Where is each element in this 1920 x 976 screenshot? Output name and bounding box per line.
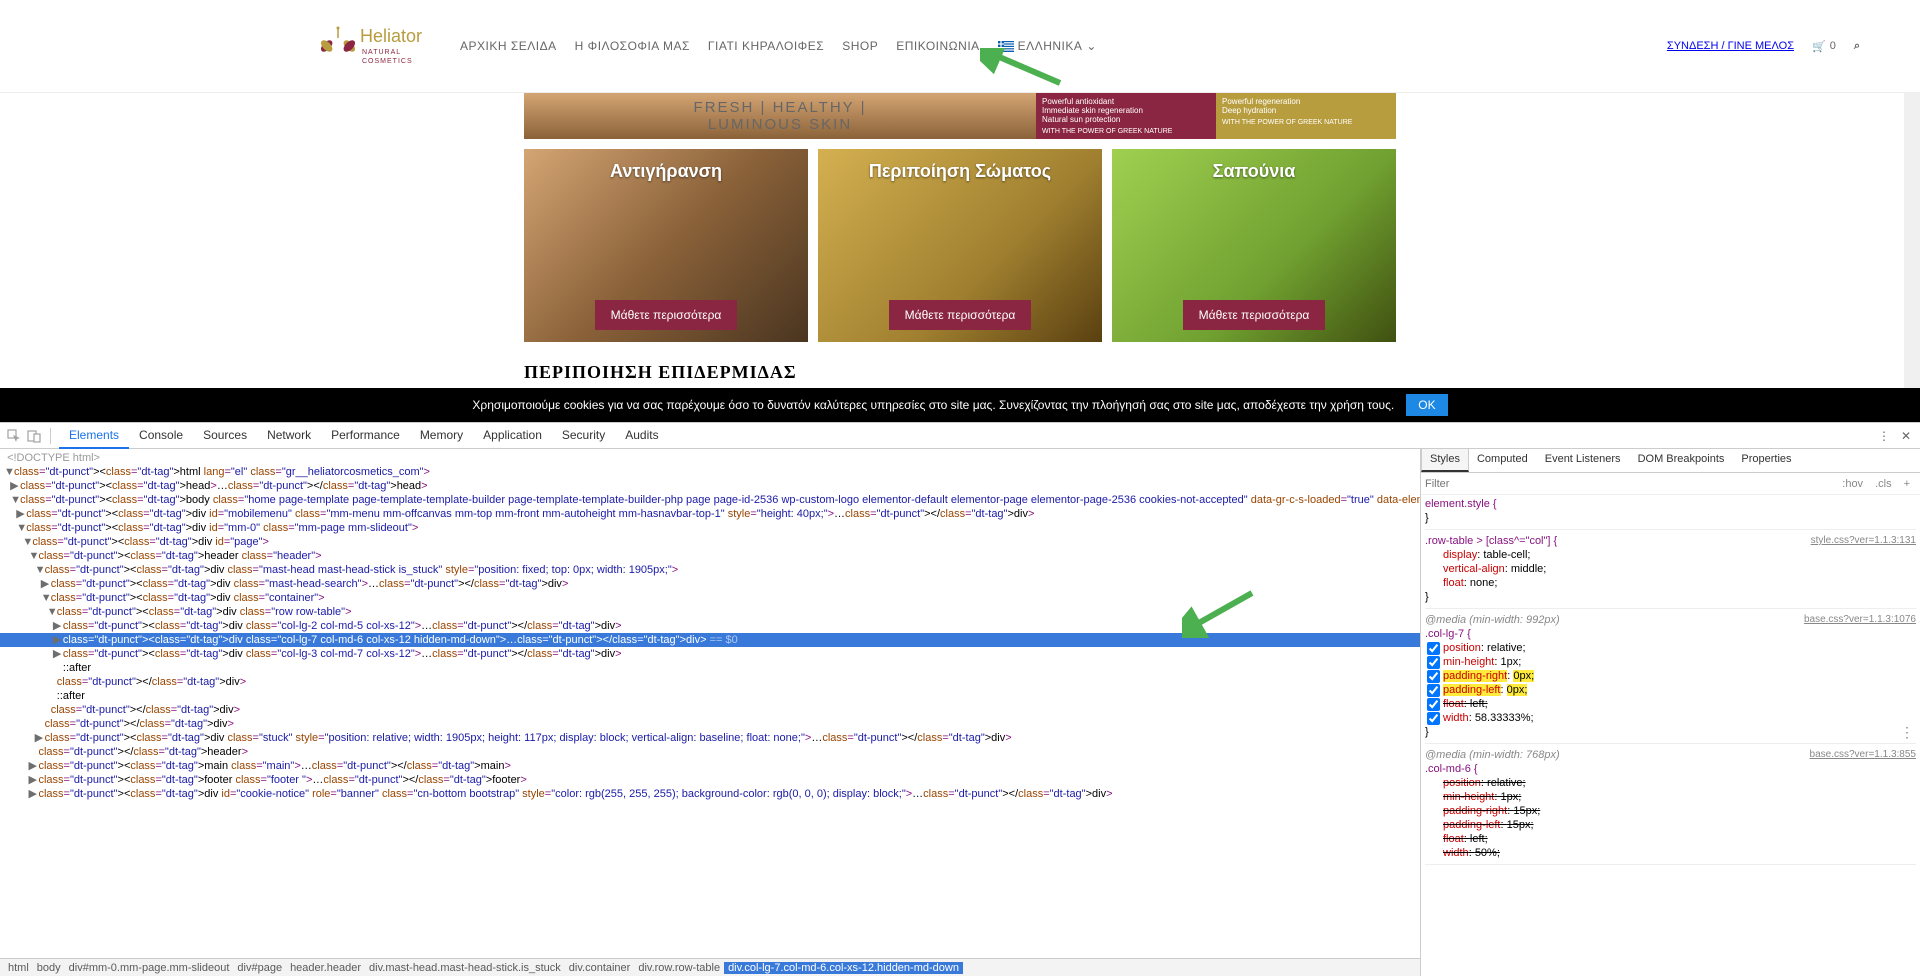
- cls-toggle[interactable]: .cls: [1869, 478, 1898, 490]
- annotation-arrow-styles: [1182, 588, 1262, 638]
- nav-contact[interactable]: ΕΠΙΚΟΙΝΩΝΙΑ: [896, 39, 979, 53]
- card-title: Σαπούνια: [1124, 161, 1384, 182]
- styles-pane: Styles Computed Event Listeners DOM Brea…: [1420, 449, 1920, 976]
- cookie-accept-button[interactable]: OK: [1406, 394, 1447, 416]
- card-antiaging[interactable]: Αντιγήρανση Μάθετε περισσότερα: [524, 149, 808, 342]
- styles-filter-input[interactable]: [1425, 478, 1836, 490]
- close-icon[interactable]: ✕: [1898, 428, 1914, 444]
- logo-line1: NATURAL: [362, 49, 401, 56]
- hero-mid-panel: Powerful antioxidant Immediate skin rege…: [1036, 93, 1216, 139]
- inspect-icon[interactable]: [6, 428, 22, 444]
- hero-mid1: Powerful antioxidant: [1042, 97, 1210, 106]
- styles-tab-listeners[interactable]: Event Listeners: [1537, 449, 1630, 472]
- website-viewport: Heliator NATURAL COSMETICS ΑΡΧΙΚΗ ΣΕΛΙΔΑ…: [0, 0, 1920, 422]
- tab-console[interactable]: Console: [129, 423, 193, 449]
- cart-button[interactable]: 🛒 0: [1812, 40, 1836, 53]
- hero-right2: Deep hydration: [1222, 106, 1390, 115]
- cookie-notice: Χρησιμοποιούμε cookies για να σας παρέχο…: [0, 388, 1920, 422]
- section-title: ΠΕΡΙΠΟΙΗΣΗ ΕΠΙΔΕΡΜΙΔΑΣ: [524, 362, 1396, 383]
- chevron-down-icon: ⌄: [1086, 39, 1097, 53]
- hero-mid3: Natural sun protection: [1042, 115, 1210, 124]
- card-title: Αντιγήρανση: [536, 161, 796, 182]
- logo-line2: COSMETICS: [362, 58, 413, 65]
- hero-main: FRESH | HEALTHY | LUMINOUS SKIN: [524, 93, 1036, 139]
- annotation-arrow-top: [980, 48, 1070, 88]
- breadcrumb-item[interactable]: header.header: [286, 962, 365, 974]
- add-rule-icon[interactable]: +: [1898, 478, 1916, 490]
- card-title: Περιποίηση Σώματος: [830, 161, 1090, 182]
- styles-tab-breakpoints[interactable]: DOM Breakpoints: [1630, 449, 1734, 472]
- breadcrumb-item[interactable]: html: [4, 962, 33, 974]
- css-decl-checkbox[interactable]: [1427, 656, 1440, 669]
- breadcrumb-item[interactable]: div#page: [233, 962, 286, 974]
- site-header: Heliator NATURAL COSMETICS ΑΡΧΙΚΗ ΣΕΛΙΔΑ…: [0, 0, 1920, 93]
- breadcrumb-item[interactable]: div.mast-head.mast-head-stick.is_stuck: [365, 962, 565, 974]
- nav-philosophy[interactable]: Η ΦΙΛΟΣΟΦΙΑ ΜΑΣ: [575, 39, 690, 53]
- kebab-icon[interactable]: ⋮: [1876, 428, 1892, 444]
- nav-shop[interactable]: SHOP: [842, 39, 878, 53]
- login-link[interactable]: ΣΥΝΔΕΣΗ / ΓΙΝΕ ΜΕΛΟΣ: [1667, 40, 1794, 52]
- tab-sources[interactable]: Sources: [193, 423, 257, 449]
- hero-banner: FRESH | HEALTHY | LUMINOUS SKIN Powerful…: [524, 93, 1396, 139]
- learn-more-button[interactable]: Μάθετε περισσότερα: [595, 300, 738, 330]
- css-decl-checkbox[interactable]: [1427, 712, 1440, 725]
- hero-mid-bottom: WITH THE POWER OF GREEK NATURE: [1042, 128, 1210, 135]
- styles-tab-styles[interactable]: Styles: [1421, 449, 1469, 472]
- tab-network[interactable]: Network: [257, 423, 321, 449]
- elements-breadcrumb[interactable]: htmlbodydiv#mm-0.mm-page.mm-slideoutdiv#…: [0, 958, 1420, 976]
- tab-security[interactable]: Security: [552, 423, 615, 449]
- styles-tab-properties[interactable]: Properties: [1733, 449, 1800, 472]
- hero-right1: Powerful regeneration: [1222, 97, 1390, 106]
- nav-home[interactable]: ΑΡΧΙΚΗ ΣΕΛΙΔΑ: [460, 39, 557, 53]
- breadcrumb-item[interactable]: div.container: [565, 962, 635, 974]
- card-bodycare[interactable]: Περιποίηση Σώματος Μάθετε περισσότερα: [818, 149, 1102, 342]
- tab-memory[interactable]: Memory: [410, 423, 473, 449]
- css-decl-checkbox[interactable]: [1427, 684, 1440, 697]
- hero-line1: FRESH | HEALTHY |: [694, 99, 867, 116]
- breadcrumb-item[interactable]: div.col-lg-7.col-md-6.col-xs-12.hidden-m…: [724, 962, 963, 974]
- hero-line2: LUMINOUS SKIN: [708, 116, 852, 133]
- breadcrumb-item[interactable]: div#mm-0.mm-page.mm-slideout: [65, 962, 234, 974]
- nav-why[interactable]: ΓΙΑΤΙ ΚΗΡΑΛΟΙΦΕΣ: [708, 39, 824, 53]
- logo[interactable]: Heliator NATURAL COSMETICS: [320, 16, 440, 76]
- tab-elements[interactable]: Elements: [59, 423, 129, 449]
- breadcrumb-item[interactable]: div.row.row-table: [634, 962, 724, 974]
- hero-mid2: Immediate skin regeneration: [1042, 106, 1210, 115]
- devtools-toolbar: Elements Console Sources Network Perform…: [0, 423, 1920, 449]
- css-decl-checkbox[interactable]: [1427, 698, 1440, 711]
- cookie-text: Χρησιμοποιούμε cookies για να σας παρέχο…: [472, 398, 1394, 412]
- devtools-panel: Elements Console Sources Network Perform…: [0, 422, 1920, 976]
- tab-audits[interactable]: Audits: [615, 423, 668, 449]
- hero-right-panel: Powerful regeneration Deep hydration WIT…: [1216, 93, 1396, 139]
- css-decl-checkbox[interactable]: [1427, 642, 1440, 655]
- hov-toggle[interactable]: :hov: [1836, 478, 1869, 490]
- learn-more-button[interactable]: Μάθετε περισσότερα: [1183, 300, 1326, 330]
- styles-tabs: Styles Computed Event Listeners DOM Brea…: [1421, 449, 1920, 473]
- learn-more-button[interactable]: Μάθετε περισσότερα: [889, 300, 1032, 330]
- device-toggle-icon[interactable]: [26, 428, 42, 444]
- kebab-icon[interactable]: ⋮: [1900, 725, 1914, 739]
- elements-tree[interactable]: <!DOCTYPE html>▼class="dt-punct"><class=…: [0, 449, 1420, 976]
- card-soaps[interactable]: Σαπούνια Μάθετε περισσότερα: [1112, 149, 1396, 342]
- hero-right-bottom: WITH THE POWER OF GREEK NATURE: [1222, 119, 1390, 126]
- styles-tab-computed[interactable]: Computed: [1469, 449, 1537, 472]
- styles-filter-row: :hov .cls +: [1421, 473, 1920, 495]
- tab-application[interactable]: Application: [473, 423, 552, 449]
- devtools-tabs: Elements Console Sources Network Perform…: [59, 423, 669, 449]
- breadcrumb-item[interactable]: body: [33, 962, 65, 974]
- styles-rules[interactable]: element.style {}style.css?ver=1.1.3:131.…: [1421, 495, 1920, 976]
- header-right: ΣΥΝΔΕΣΗ / ΓΙΝΕ ΜΕΛΟΣ 🛒 0 ⌕: [1667, 40, 1860, 53]
- logo-brand-text: Heliator: [360, 26, 422, 46]
- search-icon[interactable]: ⌕: [1854, 40, 1860, 53]
- category-cards: Αντιγήρανση Μάθετε περισσότερα Περιποίησ…: [524, 149, 1396, 342]
- cart-count: 0: [1830, 40, 1836, 52]
- cart-icon: 🛒: [1812, 40, 1826, 53]
- css-decl-checkbox[interactable]: [1427, 670, 1440, 683]
- tab-performance[interactable]: Performance: [321, 423, 410, 449]
